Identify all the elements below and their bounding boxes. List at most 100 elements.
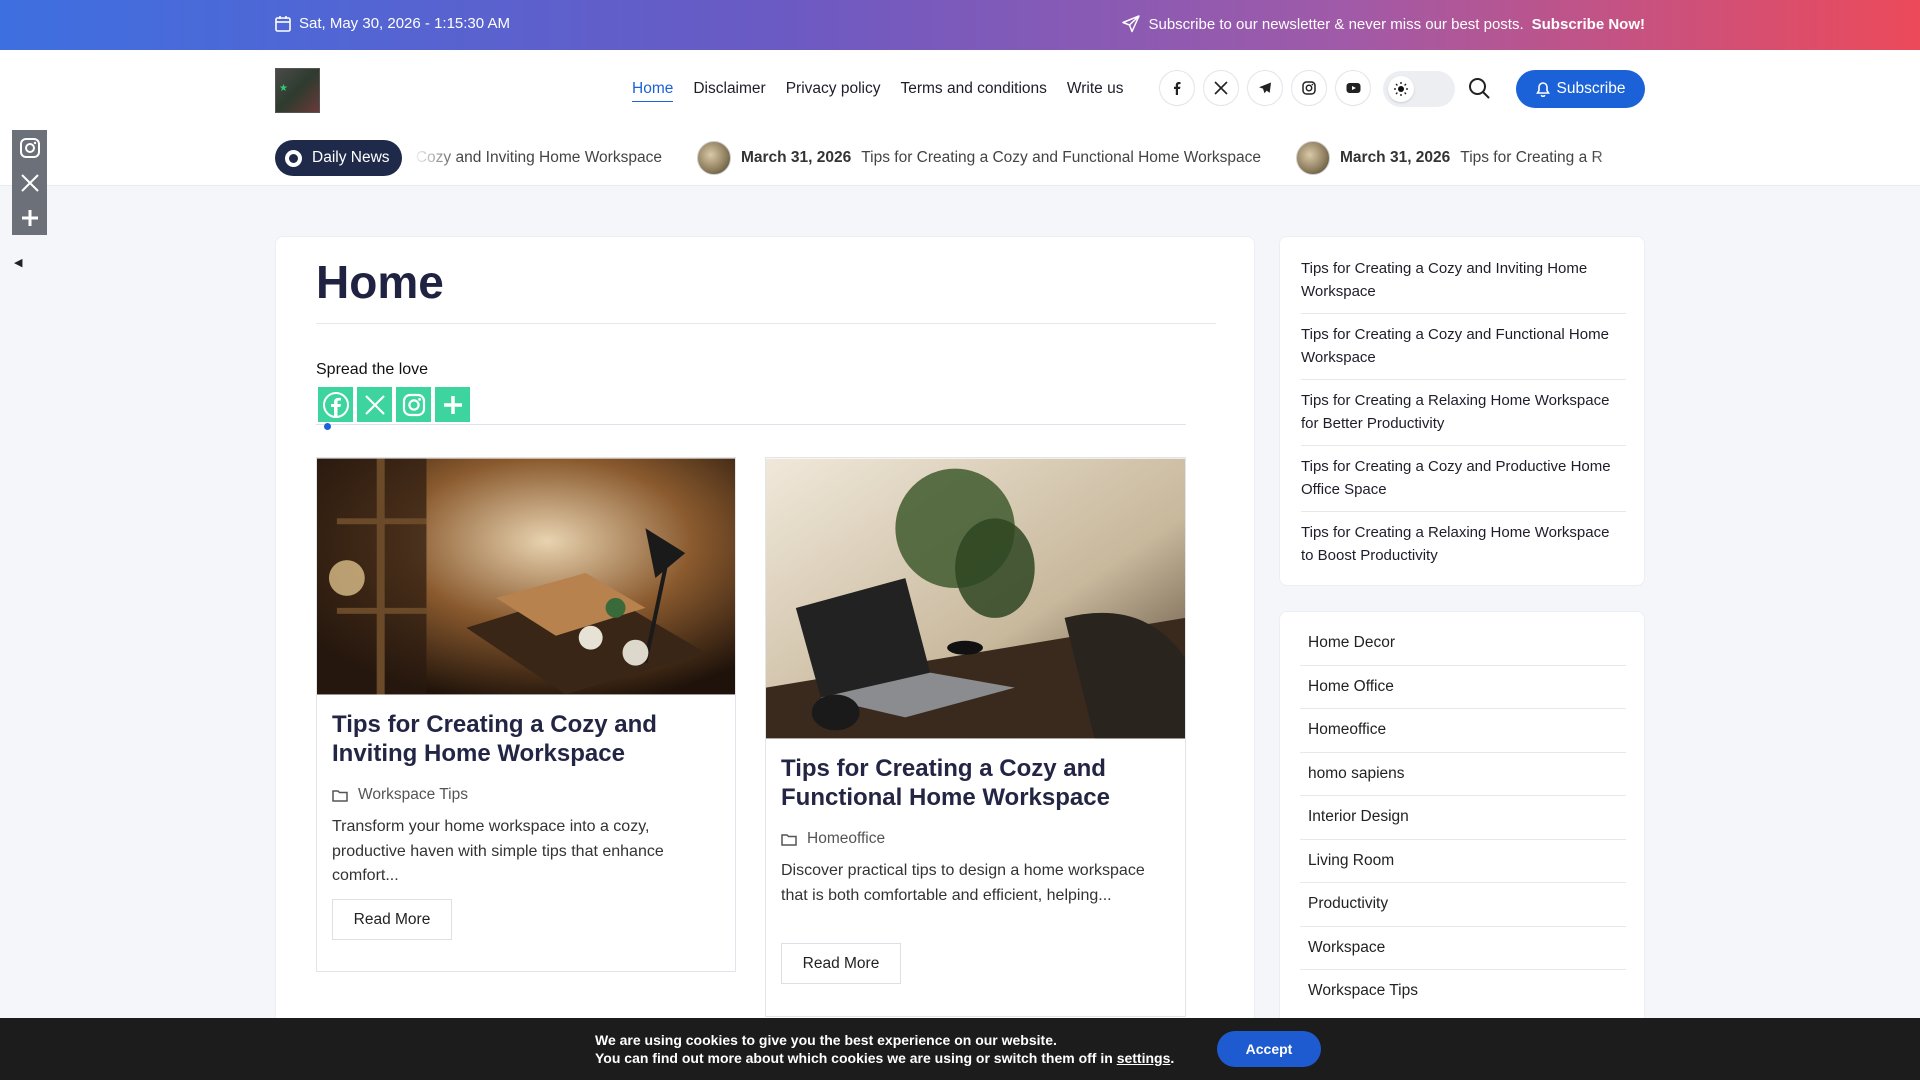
ticker-thumbnail bbox=[696, 141, 731, 175]
category-link[interactable]: Homeoffice bbox=[1308, 721, 1386, 739]
plus-icon bbox=[21, 209, 38, 226]
divider bbox=[1300, 926, 1626, 927]
share-instagram-button[interactable] bbox=[396, 387, 431, 422]
post-category[interactable]: Homeoffice bbox=[781, 830, 885, 848]
category-link[interactable]: Workspace Tips bbox=[1308, 982, 1418, 1000]
divider bbox=[1300, 795, 1626, 796]
bell-icon bbox=[1535, 81, 1550, 97]
accept-cookies-button[interactable]: Accept bbox=[1217, 1031, 1321, 1067]
recent-posts-widget: Tips for Creating a Cozy and Inviting Ho… bbox=[1279, 236, 1645, 586]
post-image[interactable] bbox=[317, 458, 735, 695]
search-button[interactable] bbox=[1468, 77, 1492, 101]
ticker-item[interactable]: g a Cozy and Inviting Home Workspace bbox=[412, 149, 662, 167]
plus-icon bbox=[443, 395, 462, 414]
ticker-title: Tips for Creating a Cozy and Functional … bbox=[861, 149, 1261, 166]
cookie-settings-link[interactable]: settings bbox=[1117, 1050, 1171, 1066]
facebook-link[interactable] bbox=[1159, 70, 1195, 106]
categories-widget: Home Decor Home Office Homeoffice homo s… bbox=[1279, 611, 1645, 1080]
category-link[interactable]: Productivity bbox=[1308, 895, 1388, 913]
ticker-label: Daily News bbox=[275, 140, 402, 176]
post-category[interactable]: Workspace Tips bbox=[332, 786, 468, 804]
floating-share-rail bbox=[12, 130, 47, 235]
post-category-label: Workspace Tips bbox=[358, 786, 468, 803]
instagram-icon bbox=[402, 393, 425, 416]
record-icon bbox=[285, 149, 302, 167]
category-link[interactable]: Interior Design bbox=[1308, 808, 1409, 826]
social-links bbox=[1159, 70, 1371, 106]
post-excerpt: Discover practical tips to design a home… bbox=[781, 862, 1145, 904]
newsletter-text: Subscribe to our newsletter & never miss… bbox=[1148, 15, 1524, 33]
recent-post-link[interactable]: Tips for Creating a Relaxing Home Worksp… bbox=[1301, 521, 1626, 567]
divider bbox=[1301, 511, 1626, 512]
category-link[interactable]: Home Decor bbox=[1308, 634, 1395, 652]
divider bbox=[1300, 665, 1626, 666]
ticker-item[interactable]: March 31, 2026 Tips for Creating a R bbox=[1296, 141, 1603, 175]
send-icon bbox=[1122, 15, 1141, 33]
nav-home[interactable]: Home bbox=[632, 80, 674, 102]
subscribe-now-link[interactable]: Subscribe Now! bbox=[1532, 16, 1645, 33]
site-logo[interactable] bbox=[275, 68, 320, 113]
nav-privacy-policy[interactable]: Privacy policy bbox=[786, 80, 881, 102]
top-bar: Sat, May 30, 2026 - 1:15:30 AM Subscribe… bbox=[0, 0, 1920, 50]
nav-disclaimer[interactable]: Disclaimer bbox=[693, 80, 765, 102]
post-card: Tips for Creating a Cozy and Functional … bbox=[765, 457, 1186, 1017]
share-facebook-button[interactable] bbox=[318, 387, 353, 422]
share-more-button[interactable] bbox=[435, 387, 470, 422]
nav-write-us[interactable]: Write us bbox=[1067, 80, 1124, 102]
category-link[interactable]: Home Office bbox=[1308, 678, 1394, 696]
site-header: Home Disclaimer Privacy policy Terms and… bbox=[0, 50, 1920, 186]
news-ticker: g a Cozy and Inviting Home Workspace Mar… bbox=[412, 140, 1645, 176]
youtube-link[interactable] bbox=[1335, 70, 1371, 106]
post-title[interactable]: Tips for Creating a Cozy and Inviting Ho… bbox=[332, 710, 712, 768]
instagram-icon bbox=[1302, 81, 1316, 95]
share-counter-dot bbox=[324, 423, 331, 430]
facebook-icon bbox=[322, 391, 349, 418]
ticker-item[interactable]: March 31, 2026 Tips for Creating a Cozy … bbox=[696, 141, 1261, 175]
divider bbox=[1300, 752, 1626, 753]
hide-rail-toggle-icon[interactable]: ◀ bbox=[14, 256, 22, 269]
share-buttons bbox=[318, 387, 470, 422]
category-link[interactable]: Workspace bbox=[1308, 939, 1385, 957]
recent-post-link[interactable]: Tips for Creating a Cozy and Functional … bbox=[1301, 323, 1626, 369]
category-link[interactable]: Living Room bbox=[1308, 852, 1394, 870]
main-content: Home Spread the love Tips for Creating a… bbox=[275, 236, 1255, 1080]
divider bbox=[316, 323, 1216, 324]
rail-more-button[interactable] bbox=[12, 200, 47, 235]
nav-terms-and-conditions[interactable]: Terms and conditions bbox=[900, 80, 1046, 102]
x-link[interactable] bbox=[1203, 70, 1239, 106]
folder-icon bbox=[781, 833, 797, 846]
main-nav: Home Disclaimer Privacy policy Terms and… bbox=[632, 80, 1123, 102]
category-link[interactable]: homo sapiens bbox=[1308, 765, 1405, 783]
ticker-thumbnail bbox=[1296, 141, 1330, 175]
post-image[interactable] bbox=[766, 458, 1185, 739]
read-more-button[interactable]: Read More bbox=[781, 943, 901, 984]
spread-the-love-label: Spread the love bbox=[316, 361, 429, 378]
share-x-button[interactable] bbox=[357, 387, 392, 422]
newsletter-promo: Subscribe to our newsletter & never miss… bbox=[1122, 15, 1645, 33]
cookie-line-2-end: . bbox=[1170, 1050, 1175, 1066]
theme-toggle[interactable] bbox=[1383, 71, 1455, 107]
x-icon bbox=[1214, 81, 1228, 95]
post-excerpt: Transform your home workspace into a coz… bbox=[332, 818, 664, 884]
rail-x-button[interactable] bbox=[12, 165, 47, 200]
recent-post-link[interactable]: Tips for Creating a Relaxing Home Worksp… bbox=[1301, 389, 1626, 435]
post-category-label: Homeoffice bbox=[807, 830, 886, 847]
divider bbox=[1301, 445, 1626, 446]
x-icon bbox=[20, 173, 39, 192]
facebook-icon bbox=[1174, 82, 1181, 95]
ticker-title: g a Cozy and Inviting Home Workspace bbox=[412, 149, 662, 166]
recent-post-link[interactable]: Tips for Creating a Cozy and Inviting Ho… bbox=[1301, 257, 1626, 303]
instagram-link[interactable] bbox=[1291, 70, 1327, 106]
ticker-date: March 31, 2026 bbox=[1340, 149, 1451, 166]
post-title[interactable]: Tips for Creating a Cozy and Functional … bbox=[781, 754, 1161, 812]
read-more-button[interactable]: Read More bbox=[332, 899, 452, 940]
subscribe-label: Subscribe bbox=[1556, 80, 1626, 97]
youtube-icon bbox=[1346, 83, 1360, 93]
cookie-banner: We are using cookies to give you the bes… bbox=[0, 1018, 1920, 1080]
ticker-label-text: Daily News bbox=[312, 149, 390, 166]
recent-post-link[interactable]: Tips for Creating a Cozy and Productive … bbox=[1301, 455, 1626, 501]
telegram-link[interactable] bbox=[1247, 70, 1283, 106]
subscribe-button[interactable]: Subscribe bbox=[1516, 70, 1645, 108]
cookie-line-2: You can find out more about which cookie… bbox=[595, 1049, 1174, 1067]
rail-instagram-button[interactable] bbox=[12, 130, 47, 165]
